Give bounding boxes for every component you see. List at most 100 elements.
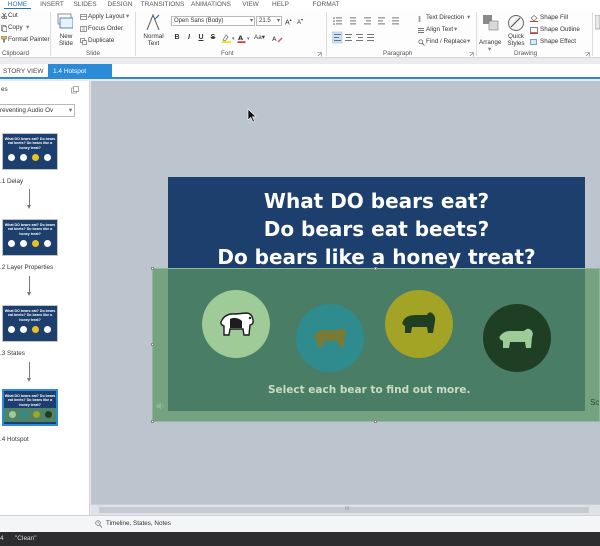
quick-styles-icon bbox=[508, 15, 524, 31]
scissors-icon bbox=[1, 13, 7, 19]
document-tabs: STORY VIEW 1.4 Hotspot bbox=[0, 64, 600, 79]
align-text-button[interactable]: Align Text bbox=[426, 26, 453, 34]
italic-button[interactable]: I bbox=[184, 33, 194, 42]
grow-font-icon[interactable]: A▴ bbox=[285, 16, 292, 27]
bear-hotspot-panda[interactable] bbox=[202, 290, 270, 358]
layout-icon bbox=[80, 14, 87, 20]
status-theme: "Clean" bbox=[15, 535, 37, 542]
text-direction-button[interactable]: Text Direction bbox=[426, 14, 464, 22]
slide-title-line-3[interactable]: Do bears like a honey treat? bbox=[168, 245, 585, 269]
bear-hotspot-polar[interactable] bbox=[483, 304, 551, 372]
find-replace-button[interactable]: Find / Replace bbox=[426, 38, 467, 46]
tab-view[interactable]: VIEW bbox=[238, 0, 263, 9]
resize-handle[interactable] bbox=[374, 420, 377, 423]
timeline-bar[interactable]: Timeline, States, Notes bbox=[0, 515, 600, 532]
format-painter-button[interactable]: Format Painter bbox=[8, 36, 50, 44]
paragraph-dialog-launcher-icon[interactable] bbox=[469, 52, 474, 57]
duplicate-button[interactable]: Duplicate bbox=[88, 37, 114, 45]
slides-panel: es reventing Audio Ov ▾ What DO bears eat… bbox=[0, 81, 90, 532]
slide-label-4: .4 Hotspot bbox=[0, 436, 29, 443]
slide-title-line-2[interactable]: Do bears eat beets? bbox=[168, 217, 585, 241]
resize-handle[interactable] bbox=[374, 267, 377, 270]
copy-icon bbox=[1, 25, 7, 32]
apply-layout-button[interactable]: Apply Layout bbox=[88, 13, 124, 21]
speaker-icon[interactable] bbox=[156, 402, 165, 410]
format-painter-icon bbox=[1, 36, 7, 43]
font-size-dropdown[interactable]: 21.5 bbox=[256, 16, 282, 26]
scene-dropdown[interactable]: reventing Audio Ov ▾ bbox=[0, 104, 75, 117]
change-case-button[interactable]: Aa▾ bbox=[254, 34, 265, 42]
scrollbar-grip-icon: ⦙⦙⦙ bbox=[345, 506, 350, 512]
cut-button[interactable]: Cut bbox=[8, 12, 18, 20]
align-text-icon bbox=[418, 28, 424, 33]
text-direction-dropdown-icon[interactable]: ▾ bbox=[467, 14, 470, 22]
font-color-icon[interactable]: A ▾ bbox=[237, 34, 251, 43]
apply-layout-dropdown-icon[interactable]: ▾ bbox=[126, 13, 129, 21]
shrink-font-icon[interactable]: A▾ bbox=[297, 16, 303, 27]
shape-effect-button[interactable]: Shape Effect bbox=[540, 38, 576, 46]
paragraph-tools-icon[interactable] bbox=[332, 15, 422, 45]
normal-text-style-button[interactable]: Normal Text bbox=[141, 33, 166, 47]
new-slide-button[interactable]: New Slide bbox=[58, 33, 74, 47]
font-family-dropdown[interactable]: Open Sans (Body) bbox=[171, 16, 255, 26]
focus-order-button[interactable]: Focus Order bbox=[88, 25, 123, 33]
clipboard-group-label: Clipboard bbox=[2, 50, 29, 57]
scrollbar-thumb[interactable] bbox=[99, 507, 589, 513]
tab-insert[interactable]: INSERT bbox=[38, 0, 66, 9]
timeline-label[interactable]: Timeline, States, Notes bbox=[106, 520, 171, 528]
clear-format-icon[interactable]: A bbox=[272, 34, 284, 43]
shape-effect-icon bbox=[530, 39, 537, 45]
ribbon-tab-bar: HOME INSERT SLIDES DESIGN TRANSITIONS AN… bbox=[0, 0, 600, 9]
slide-thumbnail-2[interactable]: What DO bears eat? Do bears eat beets? D… bbox=[2, 219, 58, 256]
tab-current-slide[interactable]: 1.4 Hotspot bbox=[48, 64, 112, 79]
bold-button[interactable]: B bbox=[172, 33, 182, 42]
bear-hotspot-black[interactable] bbox=[385, 290, 453, 358]
font-dialog-launcher-icon[interactable] bbox=[317, 52, 322, 57]
flow-arrow bbox=[27, 362, 31, 382]
svg-text:▾: ▾ bbox=[247, 36, 250, 42]
strikethrough-button[interactable]: S bbox=[208, 33, 218, 42]
shape-fill-button[interactable]: Shape Fill bbox=[540, 14, 568, 22]
tab-slides[interactable]: SLIDES bbox=[71, 0, 99, 9]
ribbon: Cut Copy ▾ Format Painter Clipboard New … bbox=[0, 9, 600, 58]
find-replace-dropdown-icon[interactable]: ▾ bbox=[467, 38, 470, 46]
find-replace-icon bbox=[418, 39, 425, 46]
mouse-cursor-icon bbox=[247, 108, 257, 123]
resize-handle[interactable] bbox=[151, 267, 154, 270]
arrange-icon bbox=[483, 15, 499, 31]
bear-hotspot-brown[interactable] bbox=[296, 304, 364, 372]
slide-title-line-1[interactable]: What DO bears eat? bbox=[168, 189, 585, 213]
tab-transitions[interactable]: TRANSITIONS bbox=[140, 0, 185, 9]
panel-undock-icon[interactable] bbox=[71, 86, 79, 94]
resize-handle[interactable] bbox=[151, 343, 154, 346]
tab-home[interactable]: HOME bbox=[4, 0, 31, 9]
slide-thumbnail-4[interactable]: What DO bears eat? Do bears eat beets? D… bbox=[2, 389, 58, 426]
tab-design[interactable]: DESIGN bbox=[104, 0, 136, 9]
tab-animations[interactable]: ANIMATIONS bbox=[190, 0, 232, 9]
copy-dropdown-icon[interactable]: ▾ bbox=[26, 24, 29, 32]
drawing-dialog-launcher-icon[interactable] bbox=[585, 52, 590, 57]
resize-handle[interactable] bbox=[151, 420, 154, 423]
svg-text:A: A bbox=[238, 34, 243, 42]
slide-thumbnail-3[interactable]: What DO bears eat? Do bears eat beets? D… bbox=[2, 305, 58, 342]
thumbnail-bear bbox=[9, 411, 16, 418]
align-text-dropdown-icon[interactable]: ▾ bbox=[454, 26, 457, 34]
select-bear-caption[interactable]: Select each bear to find out more. bbox=[268, 384, 471, 396]
arrange-dropdown-icon[interactable]: ▾ bbox=[488, 46, 491, 54]
quick-styles-button[interactable]: Quick Styles bbox=[505, 33, 527, 47]
thumbnail-bear bbox=[33, 411, 40, 418]
copy-button[interactable]: Copy bbox=[8, 24, 23, 32]
player-icon[interactable] bbox=[595, 15, 600, 33]
tab-format[interactable]: FORMAT bbox=[300, 0, 352, 9]
slide-thumbnail-1[interactable]: What DO bears eat? Do bears eat beets? D… bbox=[2, 133, 58, 170]
divider bbox=[592, 12, 593, 56]
underline-button[interactable]: U bbox=[196, 33, 206, 42]
shape-outline-button[interactable]: Shape Outline bbox=[540, 26, 580, 34]
thumbnail-bear bbox=[32, 326, 39, 333]
tab-help[interactable]: HELP bbox=[268, 0, 293, 9]
thumbnail-title: What DO bears eat? Do bears eat beets? D… bbox=[4, 137, 56, 150]
tab-story-view[interactable]: STORY VIEW bbox=[0, 64, 48, 79]
horizontal-scrollbar[interactable]: ⦙⦙⦙ bbox=[91, 504, 600, 515]
highlight-color-icon[interactable]: ▾ bbox=[221, 34, 235, 43]
thumbnail-title: What DO bears eat? Do bears eat beets? D… bbox=[4, 309, 56, 322]
